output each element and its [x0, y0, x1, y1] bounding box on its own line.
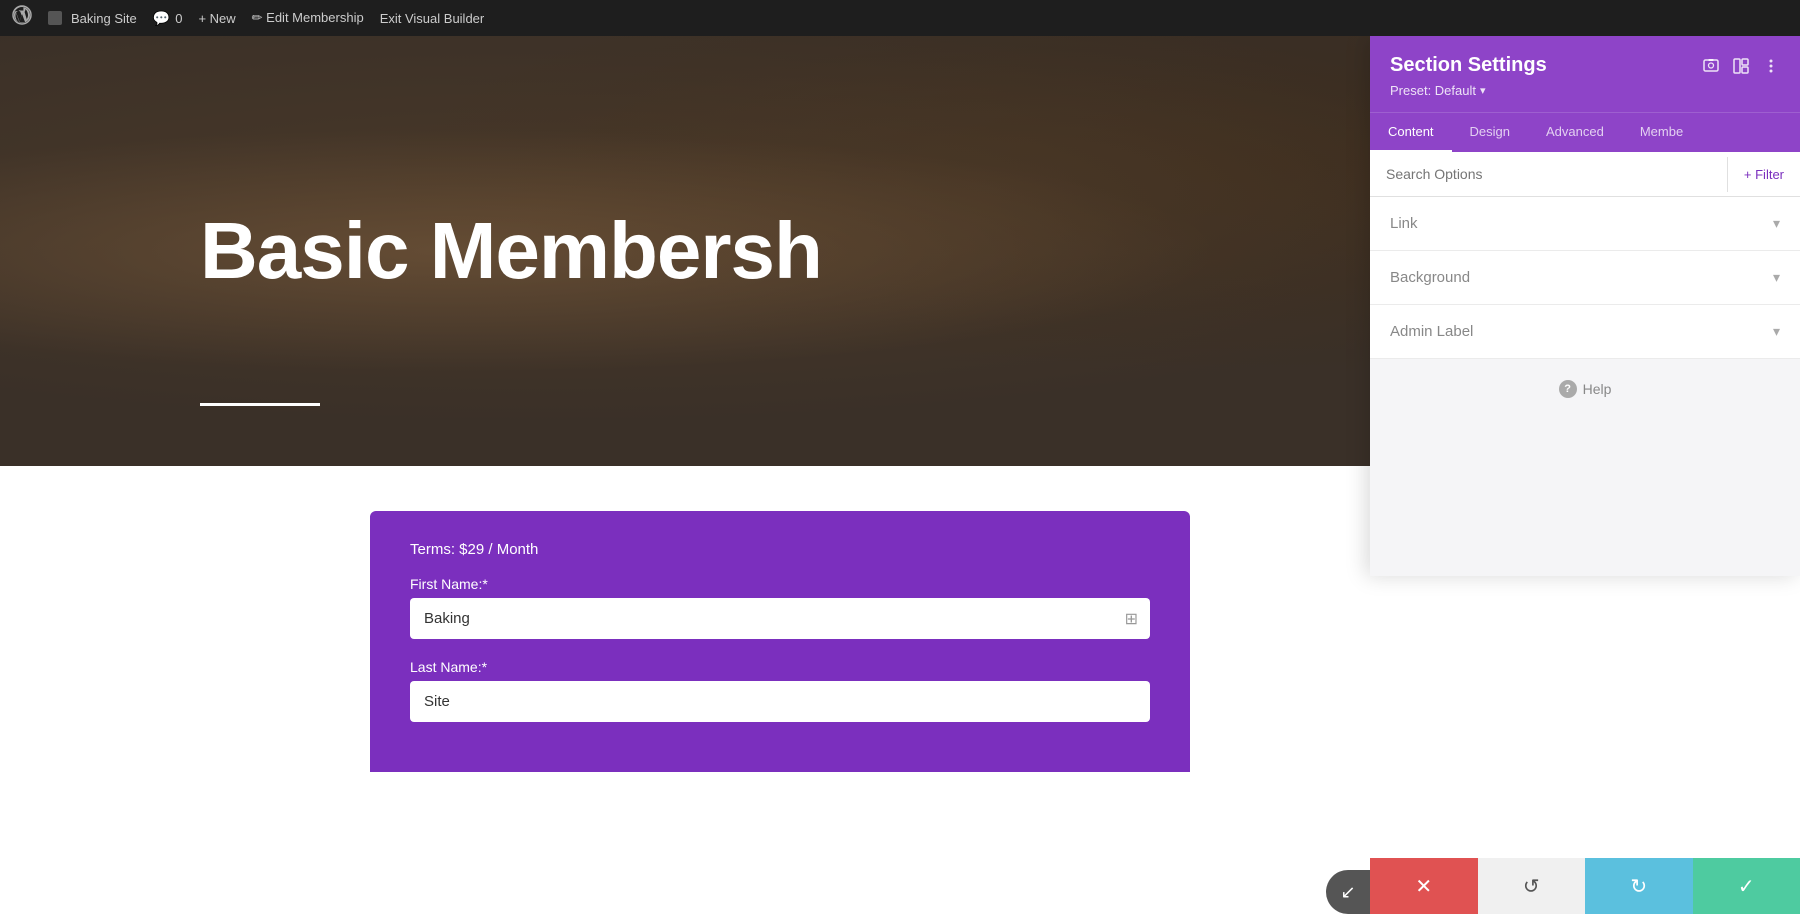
panel-header-icons	[1702, 57, 1780, 75]
panel-header-top: Section Settings	[1390, 54, 1780, 77]
admin-bar: Baking Site 💬 0 + New ✏ Edit Membership …	[0, 0, 1800, 36]
undo-button[interactable]: ↺	[1478, 858, 1586, 914]
first-name-input[interactable]	[410, 598, 1150, 639]
accordion-admin-label: Admin Label ▾	[1370, 305, 1800, 359]
hero-title: Basic Membersh	[0, 207, 822, 295]
accordion-background-label: Background	[1390, 269, 1470, 286]
accordion-link-chevron: ▾	[1773, 215, 1780, 232]
panel-tabs: Content Design Advanced Membe	[1370, 112, 1800, 152]
first-name-field-wrap: ⊞	[410, 598, 1150, 639]
tab-design[interactable]: Design	[1452, 113, 1528, 152]
tab-membership[interactable]: Membe	[1622, 113, 1701, 152]
panel-title: Section Settings	[1390, 54, 1547, 77]
preset-selector[interactable]: Preset: Default	[1390, 83, 1780, 98]
last-name-input[interactable]	[410, 681, 1150, 722]
membership-form: Terms: $29 / Month First Name:* ⊞ Last N…	[370, 511, 1190, 772]
input-icon: ⊞	[1125, 609, 1138, 629]
float-button[interactable]: ↙	[1326, 870, 1370, 914]
wordpress-icon[interactable]	[12, 5, 32, 31]
redo-button[interactable]: ↻	[1585, 858, 1693, 914]
filter-button[interactable]: + Filter	[1727, 157, 1800, 192]
tab-advanced[interactable]: Advanced	[1528, 113, 1622, 152]
last-name-label: Last Name:*	[410, 659, 1150, 675]
accordion-background-chevron: ▾	[1773, 269, 1780, 286]
accordion-admin-label-chevron: ▾	[1773, 323, 1780, 340]
panel-more-icon[interactable]	[1762, 57, 1780, 75]
help-icon: ?	[1559, 380, 1577, 398]
panel-screenshot-icon[interactable]	[1702, 57, 1720, 75]
panel-layout-icon[interactable]	[1732, 57, 1750, 75]
main-content: Basic Membersh Terms: $29 / Month First …	[0, 36, 1800, 914]
action-bar: ✕ ↺ ↻ ✓	[1370, 858, 1800, 914]
save-button[interactable]: ✓	[1693, 858, 1800, 914]
accordion-background: Background ▾	[1370, 251, 1800, 305]
panel-body: + Filter Link ▾ Background ▾ A	[1370, 152, 1800, 576]
terms-text: Terms: $29 / Month	[410, 541, 1150, 558]
search-input[interactable]	[1370, 152, 1727, 196]
accordion-link-label: Link	[1390, 215, 1418, 232]
panel-header: Section Settings	[1370, 36, 1800, 112]
help-link[interactable]: ? Help	[1559, 380, 1612, 398]
first-name-label: First Name:*	[410, 576, 1150, 592]
edit-membership-button[interactable]: ✏ Edit Membership	[252, 10, 364, 26]
search-bar: + Filter	[1370, 152, 1800, 197]
accordion-admin-label-header[interactable]: Admin Label ▾	[1370, 305, 1800, 358]
new-button[interactable]: + New	[198, 11, 235, 26]
panel-help-section: ? Help	[1370, 359, 1800, 418]
last-name-field-wrap	[410, 681, 1150, 722]
accordion-link-header[interactable]: Link ▾	[1370, 197, 1800, 250]
cancel-button[interactable]: ✕	[1370, 858, 1478, 914]
site-favicon	[48, 11, 62, 25]
hero-underline	[200, 403, 320, 406]
accordion-link: Link ▾	[1370, 197, 1800, 251]
site-name[interactable]: Baking Site	[48, 11, 137, 26]
comments-icon: 💬	[153, 10, 170, 27]
accordion-admin-label-label: Admin Label	[1390, 323, 1473, 340]
tab-content[interactable]: Content	[1370, 113, 1452, 152]
section-settings-panel: Section Settings	[1370, 36, 1800, 576]
accordion-background-header[interactable]: Background ▾	[1370, 251, 1800, 304]
exit-visual-builder-button[interactable]: Exit Visual Builder	[380, 11, 485, 26]
comments-button[interactable]: 💬 0	[153, 10, 183, 27]
